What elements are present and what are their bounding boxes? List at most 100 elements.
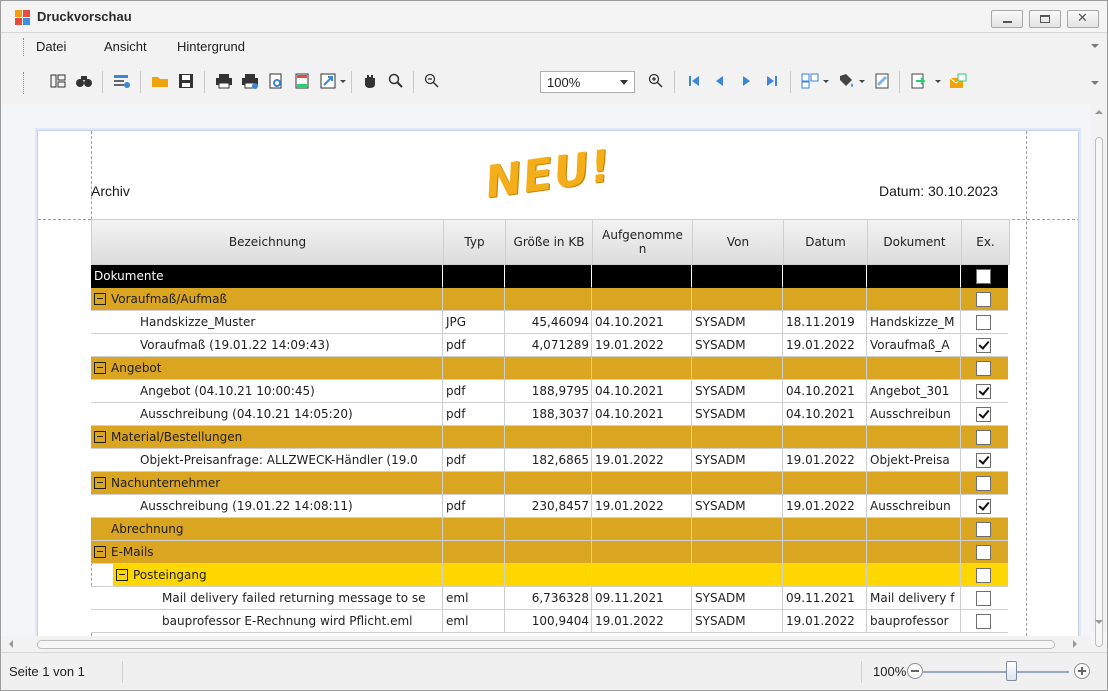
zoom-in-button[interactable]: [1074, 663, 1090, 679]
cell-typ: [443, 518, 505, 541]
cell-typ: pdf: [443, 334, 505, 357]
cell-label: Nachunternehmer: [91, 472, 443, 495]
exported-checkbox[interactable]: [976, 292, 991, 307]
exported-checkbox[interactable]: [976, 499, 991, 514]
cell-label: Voraufmaß (19.01.22 14:09:43): [91, 334, 443, 357]
toolbar-overflow-icon[interactable]: [1091, 81, 1099, 85]
vertical-scrollbar[interactable]: [1091, 104, 1107, 647]
cell-aufgenommen: [592, 265, 692, 288]
cell-aufgenommen: 09.11.2021: [592, 587, 692, 610]
cell-aufgenommen: [592, 288, 692, 311]
exported-checkbox[interactable]: [976, 453, 991, 468]
table-row: E-Mails: [91, 541, 1010, 564]
exported-checkbox[interactable]: [976, 430, 991, 445]
save-icon[interactable]: [175, 70, 197, 92]
cell-von: SYSADM: [692, 334, 783, 357]
zoom-out-button[interactable]: [907, 663, 923, 679]
cell-ex: [961, 449, 1008, 472]
zoom-out-icon[interactable]: [421, 70, 443, 92]
toolbar-grip[interactable]: [23, 72, 26, 94]
exported-checkbox[interactable]: [976, 315, 991, 330]
cell-dokument: [867, 472, 961, 495]
watermark-icon[interactable]: [871, 70, 893, 92]
cell-aufgenommen: [592, 357, 692, 380]
exported-checkbox[interactable]: [976, 407, 991, 422]
menu-ansicht[interactable]: Ansicht: [104, 39, 147, 54]
table-row: Dokumente: [91, 265, 1010, 288]
cell-typ: eml: [443, 610, 505, 633]
minimize-button[interactable]: [991, 10, 1023, 28]
exported-checkbox[interactable]: [976, 384, 991, 399]
magnifier-icon[interactable]: [385, 70, 407, 92]
exported-checkbox[interactable]: [976, 591, 991, 606]
cell-label: Dokumente: [91, 265, 443, 288]
cell-von: SYSADM: [692, 380, 783, 403]
collapse-icon[interactable]: [94, 477, 106, 489]
exported-checkbox[interactable]: [976, 338, 991, 353]
menu-grip[interactable]: [23, 38, 26, 56]
menu-datei[interactable]: Datei: [36, 39, 66, 54]
cell-ex: [961, 334, 1008, 357]
quick-print-icon[interactable]: [239, 70, 261, 92]
exported-checkbox[interactable]: [976, 545, 991, 560]
row-label: Voraufmaß/Aufmaß: [111, 292, 228, 306]
thumbnails-icon[interactable]: [47, 70, 69, 92]
report-date: Datum: 30.10.2023: [879, 183, 999, 199]
cell-groesse: [505, 288, 592, 311]
cell-datum: 19.01.2022: [783, 334, 867, 357]
scroll-up-icon[interactable]: [1095, 110, 1103, 114]
cell-aufgenommen: 19.01.2022: [592, 449, 692, 472]
cell-datum: [783, 541, 867, 564]
exported-checkbox[interactable]: [976, 522, 991, 537]
collapse-icon[interactable]: [94, 362, 106, 374]
scroll-left-icon[interactable]: [9, 640, 13, 648]
zoom-select[interactable]: 100%: [540, 71, 635, 93]
close-button[interactable]: ✕: [1067, 10, 1099, 28]
page-setup-icon[interactable]: [265, 70, 287, 92]
table-row: Objekt-Preisanfrage: ALLZWECK-Händler (1…: [91, 449, 1010, 472]
horizontal-scroll-thumb[interactable]: [37, 640, 1055, 649]
exported-checkbox[interactable]: [976, 361, 991, 376]
exported-checkbox[interactable]: [976, 568, 991, 583]
collapse-icon[interactable]: [94, 431, 106, 443]
page-color-icon[interactable]: [835, 70, 857, 92]
send-email-icon[interactable]: [947, 70, 969, 92]
scroll-right-icon[interactable]: [1073, 640, 1077, 648]
scale-icon[interactable]: [317, 70, 339, 92]
open-icon[interactable]: [149, 70, 171, 92]
collapse-icon[interactable]: [94, 546, 106, 558]
collapse-icon[interactable]: [94, 293, 106, 305]
next-page-icon[interactable]: [735, 70, 757, 92]
scroll-down-icon[interactable]: [1095, 620, 1103, 624]
row-label: Objekt-Preisanfrage: ALLZWECK-Händler (1…: [140, 453, 418, 467]
collapse-icon[interactable]: [116, 569, 128, 581]
horizontal-scrollbar[interactable]: [1, 636, 1091, 652]
cell-aufgenommen: 04.10.2021: [592, 380, 692, 403]
zoom-slider[interactable]: [923, 671, 1069, 673]
exported-checkbox[interactable]: [976, 269, 991, 284]
print-icon[interactable]: [213, 70, 235, 92]
previous-page-icon[interactable]: [709, 70, 731, 92]
cell-groesse: 188,3037: [505, 403, 592, 426]
export-icon[interactable]: [907, 70, 929, 92]
zoom-in-icon[interactable]: [645, 70, 667, 92]
header-footer-icon[interactable]: [291, 70, 313, 92]
zoom-slider-thumb[interactable]: [1005, 661, 1017, 681]
cell-aufgenommen: 19.01.2022: [592, 610, 692, 633]
exported-checkbox[interactable]: [976, 614, 991, 629]
vertical-scroll-thumb[interactable]: [1095, 137, 1103, 647]
last-page-icon[interactable]: [761, 70, 783, 92]
first-page-icon[interactable]: [683, 70, 705, 92]
exported-checkbox[interactable]: [976, 476, 991, 491]
cell-label: Ausschreibung (19.01.22 14:08:11): [91, 495, 443, 518]
customize-icon[interactable]: [111, 70, 133, 92]
col-ex: Ex.: [976, 235, 995, 249]
cell-ex: [961, 357, 1008, 380]
hand-tool-icon[interactable]: [359, 70, 381, 92]
menu-hintergrund[interactable]: Hintergrund: [177, 39, 245, 54]
cell-ex: [961, 403, 1008, 426]
multiple-pages-icon[interactable]: [799, 70, 821, 92]
maximize-button[interactable]: [1029, 10, 1061, 28]
menu-overflow-icon[interactable]: [1091, 44, 1099, 48]
find-icon[interactable]: [73, 70, 95, 92]
